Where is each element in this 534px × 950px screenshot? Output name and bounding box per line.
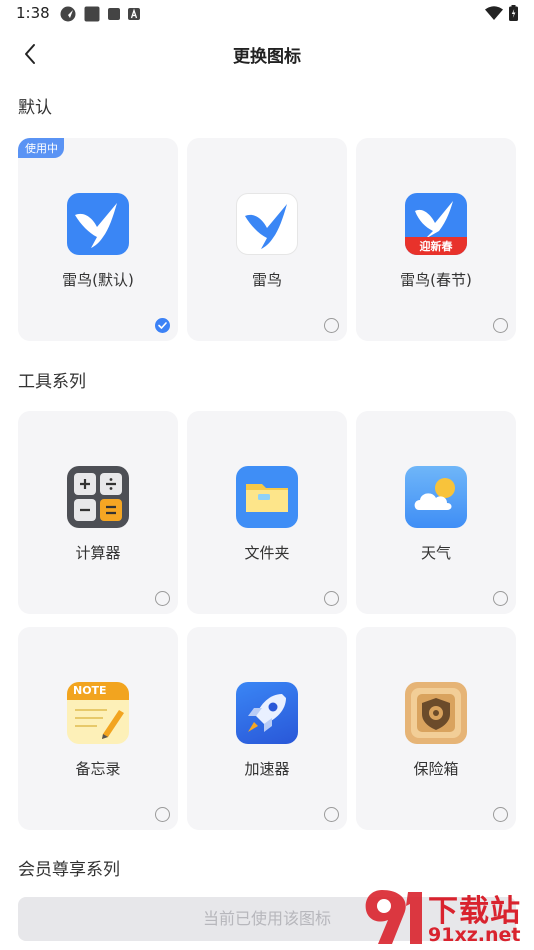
icon-card-calculator[interactable]: 计算器	[18, 411, 178, 614]
icon-card-leiniao[interactable]: 雷鸟	[187, 138, 347, 341]
battery-icon	[509, 5, 518, 21]
thunderbird-white-icon	[236, 193, 298, 255]
icon-card-folder[interactable]: 文件夹	[187, 411, 347, 614]
section-title-vip: 会员尊享系列	[18, 860, 120, 880]
system-status	[485, 5, 518, 21]
card-label: 雷鸟	[251, 271, 282, 289]
status-time: 1:38	[16, 4, 50, 22]
selected-check-icon[interactable]	[155, 318, 170, 333]
radio-unselected[interactable]	[493, 318, 508, 333]
radio-unselected[interactable]	[155, 807, 170, 822]
status-bar: 1:38	[0, 0, 534, 28]
wifi-icon	[485, 6, 503, 20]
icon-card-accelerator[interactable]: 加速器	[187, 627, 347, 830]
calculator-icon	[67, 466, 129, 528]
page-title: 更换图标	[233, 47, 301, 67]
card-label: 天气	[420, 544, 451, 562]
thunderbird-icon	[67, 193, 129, 255]
site-watermark: 下载站 91xz.net	[362, 886, 532, 948]
in-use-badge: 使用中	[18, 138, 64, 158]
icon-card-memo[interactable]: NOTE 备忘录	[18, 627, 178, 830]
radio-unselected[interactable]	[155, 591, 170, 606]
rocket-icon	[236, 682, 298, 744]
card-label: 计算器	[75, 544, 121, 562]
square-notification-icon	[84, 6, 100, 22]
radio-unselected[interactable]	[324, 807, 339, 822]
spring-icon-text: 迎新春	[419, 240, 453, 253]
a-box-notification-icon	[128, 8, 140, 20]
icon-card-weather[interactable]: 天气	[356, 411, 516, 614]
icon-card-safe[interactable]: 保险箱	[356, 627, 516, 830]
section-title-tools: 工具系列	[18, 372, 86, 392]
card-label: 雷鸟(春节)	[400, 271, 472, 289]
radio-unselected[interactable]	[324, 591, 339, 606]
card-label: 加速器	[244, 760, 290, 778]
radio-unselected[interactable]	[324, 318, 339, 333]
section-title-default: 默认	[18, 98, 52, 118]
thunderbird-spring-festival-icon: 迎新春	[405, 193, 467, 255]
watermark-domain: 91xz.net	[428, 924, 521, 946]
small-square-notification-icon	[108, 8, 120, 20]
weather-icon	[405, 466, 467, 528]
notification-icons	[60, 6, 140, 22]
card-label: 备忘录	[75, 760, 121, 778]
safe-icon	[405, 682, 467, 744]
folder-icon	[236, 466, 298, 528]
card-label: 保险箱	[413, 760, 459, 778]
radio-unselected[interactable]	[493, 591, 508, 606]
navigation-bar: 更换图标	[0, 28, 534, 80]
xunlei-notification-icon	[60, 6, 76, 22]
card-label: 文件夹	[244, 544, 290, 562]
radio-unselected[interactable]	[493, 807, 508, 822]
icon-card-leiniao-spring[interactable]: 迎新春 雷鸟(春节)	[356, 138, 516, 341]
memo-icon-text: NOTE	[73, 684, 107, 697]
card-label: 雷鸟(默认)	[62, 271, 134, 289]
icon-card-leiniao-default[interactable]: 使用中 雷鸟(默认)	[18, 138, 178, 341]
memo-icon: NOTE	[67, 682, 129, 744]
